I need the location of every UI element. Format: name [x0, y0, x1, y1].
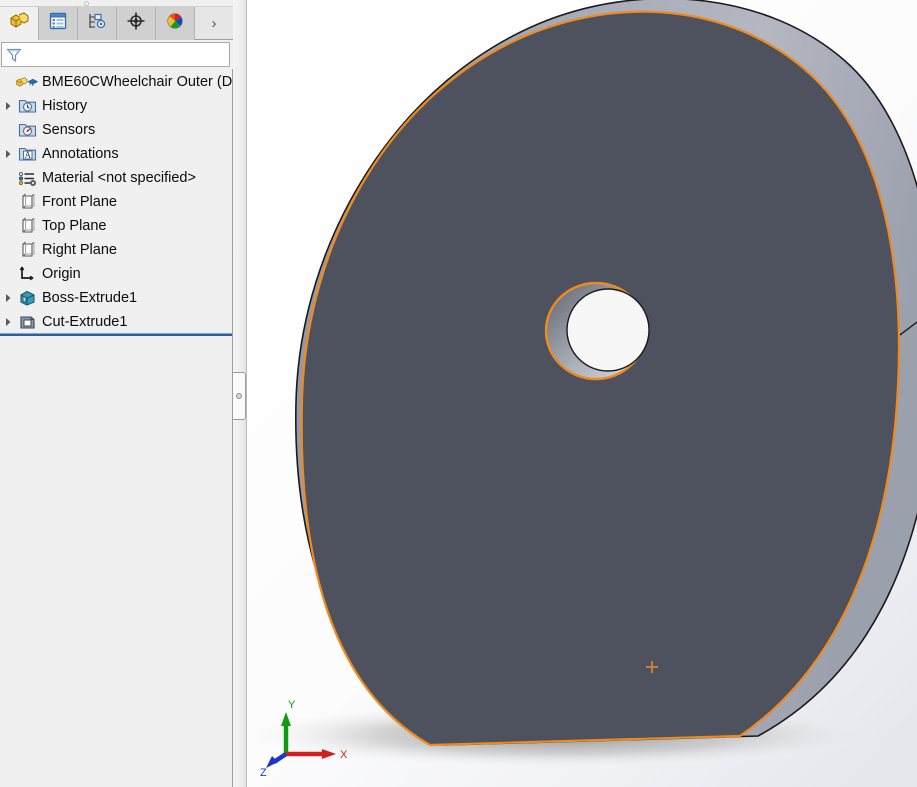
tree-item-label: Annotations — [42, 146, 119, 162]
feature-tree-icon — [8, 11, 30, 36]
model-hole-opening[interactable] — [566, 288, 650, 372]
tree-twisty-placeholder — [0, 70, 16, 94]
triad-y-label: Y — [288, 699, 296, 711]
tree-item-label: Front Plane — [42, 194, 117, 210]
panel-splitter[interactable] — [233, 0, 247, 787]
panel-tabs-overflow-button[interactable]: › — [195, 7, 233, 39]
tree-item-origin[interactable]: Origin — [0, 262, 232, 286]
tree-twisty-placeholder — [0, 118, 16, 142]
panel-tab-row: › — [0, 7, 233, 40]
display-manager-icon — [165, 11, 185, 36]
tree-item-history[interactable]: History — [0, 94, 232, 118]
feature-tree[interactable]: BME60CWheelchair Outer (D History Sensor… — [0, 70, 232, 787]
tree-item-label: Origin — [42, 266, 81, 282]
tree-twisty-placeholder — [0, 166, 16, 190]
panel-pin-dot[interactable] — [84, 1, 89, 6]
material-icon — [16, 166, 38, 190]
chevron-right-icon[interactable] — [0, 310, 16, 334]
tab-feature-manager[interactable] — [0, 7, 39, 40]
sensors-icon — [16, 118, 38, 142]
tree-filter-input[interactable] — [26, 44, 229, 65]
solidworks-window: › BME60CWheelchair Outer (D History Sens… — [0, 0, 917, 787]
panel-splitter-grip[interactable] — [233, 372, 246, 420]
tree-item-boss-extrude1[interactable]: Boss-Extrude1 — [0, 286, 232, 310]
triad-z-label: Z — [260, 767, 267, 779]
rollback-bar[interactable] — [0, 333, 232, 336]
tree-filter-row — [0, 40, 233, 69]
tree-item-top-plane[interactable]: Top Plane — [0, 214, 232, 238]
tree-item-label: Right Plane — [42, 242, 117, 258]
graphics-viewport[interactable]: Y X Z — [248, 0, 917, 787]
boss-extrude-icon — [16, 286, 38, 310]
panel-top-strip — [0, 0, 233, 7]
history-icon — [16, 94, 38, 118]
cut-extrude-icon — [16, 310, 38, 334]
model-3d-view[interactable]: Y X Z — [248, 0, 917, 787]
tree-twisty-placeholder — [0, 262, 16, 286]
property-manager-icon — [48, 11, 68, 36]
origin-icon — [16, 262, 38, 286]
svg-text:A: A — [24, 150, 31, 160]
splitter-grip-dot — [236, 393, 242, 399]
tree-item-label: Boss-Extrude1 — [42, 290, 138, 306]
triad-x-label: X — [340, 749, 348, 761]
configuration-manager-icon — [87, 11, 107, 36]
chevron-right-icon[interactable] — [0, 286, 16, 310]
tab-display-manager[interactable] — [156, 7, 195, 40]
tab-configuration-manager[interactable] — [78, 7, 117, 40]
feature-manager-panel: › BME60CWheelchair Outer (D History Sens… — [0, 0, 233, 787]
chevron-right-icon[interactable] — [0, 94, 16, 118]
tree-item-label: Top Plane — [42, 218, 107, 234]
part-document-icon — [16, 70, 38, 94]
tree-twisty-placeholder — [0, 214, 16, 238]
tree-item-material[interactable]: Material <not specified> — [0, 166, 232, 190]
tree-twisty-placeholder — [0, 238, 16, 262]
tree-item-label: BME60CWheelchair Outer (D — [42, 74, 232, 90]
dimxpert-icon — [126, 11, 146, 36]
tree-item-front-plane[interactable]: Front Plane — [0, 190, 232, 214]
tree-item-part-root[interactable]: BME60CWheelchair Outer (D — [0, 70, 232, 94]
tab-property-manager[interactable] — [39, 7, 78, 40]
plane-icon — [16, 190, 38, 214]
filter-funnel-icon — [2, 47, 26, 63]
tree-item-cut-extrude1[interactable]: Cut-Extrude1 — [0, 310, 232, 336]
tree-item-label: Material <not specified> — [42, 170, 196, 186]
annotations-icon: A — [16, 142, 38, 166]
tree-item-label: Sensors — [42, 122, 96, 138]
tree-item-label: History — [42, 98, 88, 114]
tree-twisty-placeholder — [0, 190, 16, 214]
plane-icon — [16, 214, 38, 238]
tab-dimxpert-manager[interactable] — [117, 7, 156, 40]
chevron-right-icon[interactable] — [0, 142, 16, 166]
plane-icon — [16, 238, 38, 262]
tree-item-right-plane[interactable]: Right Plane — [0, 238, 232, 262]
tree-item-sensors[interactable]: Sensors — [0, 118, 232, 142]
tree-item-label: Cut-Extrude1 — [42, 314, 128, 330]
tree-item-annotations[interactable]: A Annotations — [0, 142, 232, 166]
tree-filter-field[interactable] — [1, 42, 230, 67]
